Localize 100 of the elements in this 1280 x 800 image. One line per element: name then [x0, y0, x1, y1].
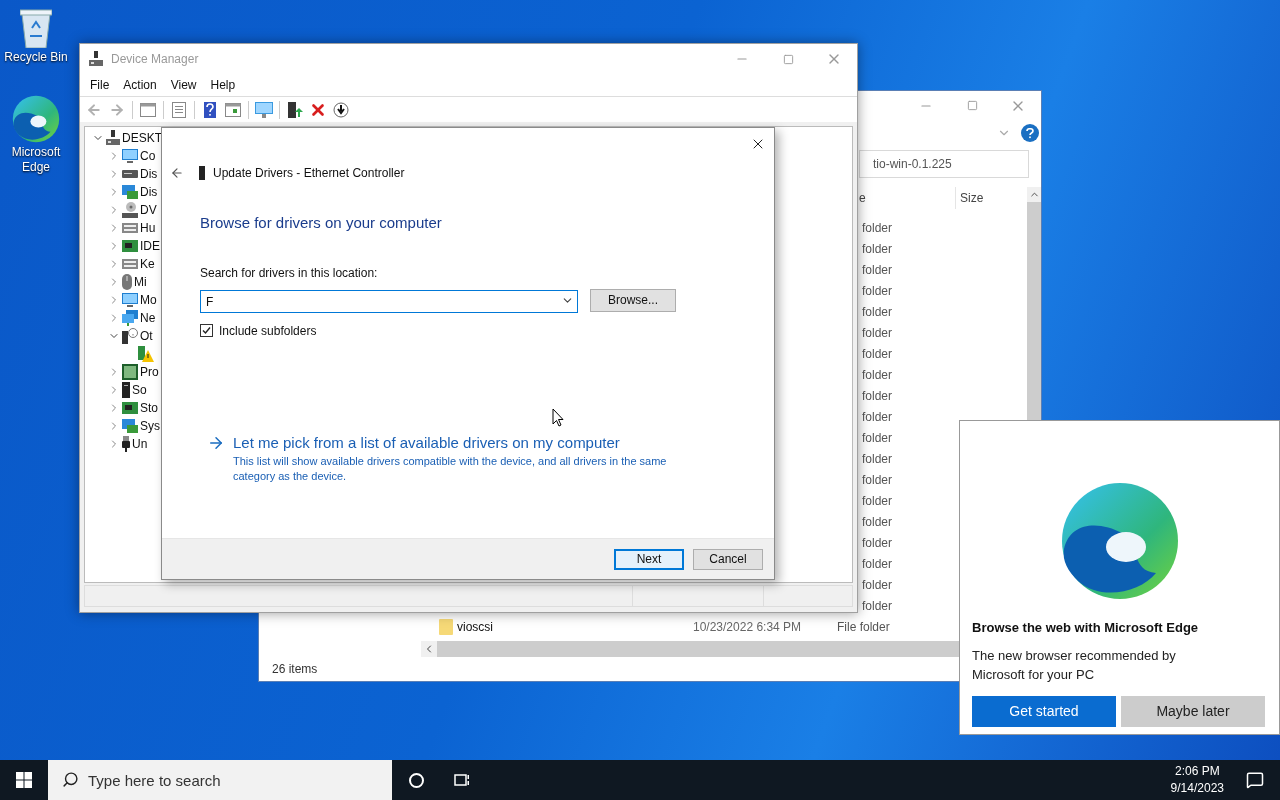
browse-button[interactable]: Browse...: [590, 288, 676, 312]
back-icon[interactable]: [170, 166, 184, 180]
display-adapter-icon: [122, 185, 138, 199]
type-cell-text: folder: [862, 450, 893, 468]
tree-item[interactable]: IDE: [140, 237, 160, 255]
shortcut-label: Recycle Bin: [4, 50, 68, 65]
dialog-title: Update Drivers - Ethernet Controller: [213, 165, 405, 182]
type-cell-text: folder: [862, 429, 893, 447]
file-name-cell[interactable]: vioscsi: [457, 617, 693, 636]
window-title: Device Manager: [111, 51, 199, 68]
dialog-button[interactable]: Next: [614, 548, 684, 570]
menu-item[interactable]: Action: [117, 76, 163, 94]
type-cell-text: folder: [862, 597, 893, 615]
mouse-pointer-icon: [552, 408, 564, 427]
popup-title: Browse the web with Microsoft Edge: [972, 619, 1200, 637]
tree-item[interactable]: Un: [132, 435, 148, 453]
mouse-icon: [122, 274, 132, 290]
type-cell-text: folder: [862, 219, 893, 237]
warning-icon: [138, 346, 154, 362]
tree-item[interactable]: Mo: [140, 291, 157, 309]
tree-item[interactable]: Ne: [140, 309, 156, 327]
dialog-button[interactable]: Cancel: [693, 548, 763, 570]
tree-item[interactable]: Sys: [140, 417, 160, 435]
tree-item[interactable]: Dis: [140, 165, 158, 183]
device-icon: [199, 166, 205, 180]
display-adapter-icon: [122, 419, 138, 433]
computer-icon: [89, 51, 103, 67]
recycle-bin-icon: [20, 8, 52, 48]
drive-icon: [122, 170, 138, 178]
tree-item[interactable]: DESKT: [122, 129, 162, 147]
menu-item[interactable]: View: [164, 76, 203, 94]
unknown-device-icon: [122, 328, 138, 344]
dvd-drive-icon: [122, 202, 138, 218]
type-cell-text: folder: [862, 261, 893, 279]
browser-logo-icon: [12, 95, 60, 143]
date-cell-text: 10/23/2022 6:34 PM: [693, 618, 803, 636]
tree-item[interactable]: Co: [140, 147, 156, 165]
search-field[interactable]: Type here to search: [48, 760, 392, 800]
address-bar[interactable]: tio-win-0.1.225: [859, 150, 1029, 179]
maximize-icon[interactable]: [966, 100, 978, 112]
monitor-icon: [122, 149, 138, 163]
plug-icon: [122, 436, 130, 452]
network-icon: [122, 310, 138, 326]
location-field[interactable]: F: [200, 290, 578, 313]
browser-logo-icon: [1059, 481, 1180, 601]
horizontal-scrollbar[interactable]: [421, 641, 961, 657]
controller-card-icon: [122, 240, 138, 252]
tree-item[interactable]: Ke: [140, 255, 155, 273]
tree-item[interactable]: Ot: [140, 327, 153, 345]
link-description: This list will show available drivers compatible with the device, and all drivers in the same category as the device.: [233, 454, 668, 484]
shortcut-label: Microsoft Edge: [10, 145, 62, 175]
tower-icon: [122, 382, 130, 398]
type-cell-text: folder: [862, 303, 893, 321]
type-cell-text: folder: [862, 366, 893, 384]
keyboard-icon: [122, 259, 138, 269]
tree-item[interactable]: So: [132, 381, 147, 399]
type-cell-text: folder: [862, 513, 893, 531]
type-cell-text: File folder: [837, 618, 890, 636]
popup-body: The new browser recommended by Microsoft for your PC: [972, 646, 1177, 684]
popup-button[interactable]: Maybe later: [1121, 695, 1265, 727]
item-count: 26 items: [272, 661, 318, 678]
type-cell-text: folder: [862, 576, 893, 594]
tree-item[interactable]: Pro: [140, 363, 159, 381]
help-icon[interactable]: [1021, 124, 1039, 143]
computer-icon: [106, 130, 120, 146]
pick-driver-link[interactable]: Let me pick from a list of available drivers on my computer: [233, 431, 620, 454]
tree-item[interactable]: Sto: [140, 399, 158, 417]
type-cell-text: folder: [862, 240, 893, 258]
tree-item[interactable]: DV: [140, 201, 157, 219]
folder-icon: [439, 618, 453, 635]
menu-item[interactable]: Help: [204, 76, 242, 94]
type-cell-text: folder: [862, 324, 893, 342]
type-cell-text: folder: [862, 492, 893, 510]
clock-date: 9/14/2023: [1170, 780, 1224, 797]
type-cell-text: folder: [862, 387, 893, 405]
type-cell-text: folder: [862, 534, 893, 552]
desktop-shortcut[interactable]: Microsoft Edge: [0, 95, 72, 175]
popup-button[interactable]: Get started: [972, 695, 1116, 727]
tree-item[interactable]: Mi: [134, 273, 147, 291]
column-header[interactable]: Size: [956, 189, 984, 207]
checkbox-label: Include subfolders: [219, 322, 317, 340]
monitor-icon: [122, 293, 138, 307]
dialog-heading: Browse for drivers on your computer: [200, 213, 443, 233]
tree-item[interactable]: Hu: [140, 219, 156, 237]
clock-time: 2:06 PM: [1174, 763, 1220, 780]
type-cell-text: folder: [862, 282, 893, 300]
type-cell-text: folder: [862, 471, 893, 489]
maximize-icon[interactable]: [782, 53, 794, 65]
tree-item[interactable]: Dis: [140, 183, 158, 201]
keyboard-icon: [122, 223, 138, 233]
column-header[interactable]: e: [859, 189, 955, 207]
location-label: Search for drivers in this location:: [200, 264, 379, 282]
processor-icon: [122, 364, 138, 380]
type-cell-text: folder: [862, 345, 893, 363]
desktop-shortcut[interactable]: Recycle Bin: [0, 8, 72, 65]
menu-item[interactable]: File: [84, 76, 116, 94]
clock[interactable]: 2:06 PM 9/14/2023: [1162, 763, 1232, 797]
type-cell-text: folder: [862, 408, 893, 426]
controller-card-icon: [122, 402, 138, 414]
checkbox[interactable]: [200, 324, 213, 337]
